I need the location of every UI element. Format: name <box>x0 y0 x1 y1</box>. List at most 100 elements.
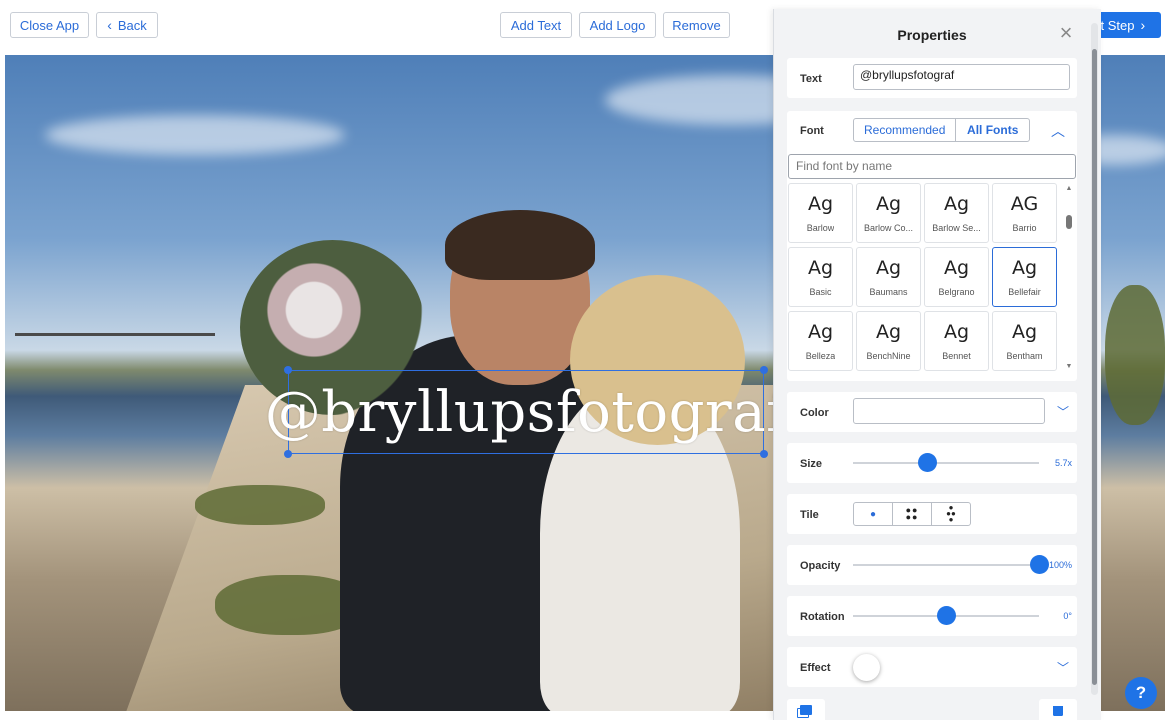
font-name: Barlow <box>806 223 835 233</box>
effect-row: Effect ﹀ <box>787 647 1077 687</box>
font-card[interactable]: Ag Bentham <box>992 311 1057 371</box>
tab-all-fonts[interactable]: All Fonts <box>956 119 1029 141</box>
rotation-slider-thumb[interactable] <box>936 606 956 625</box>
groom-hair-shape <box>445 210 595 280</box>
add-logo-button[interactable]: Add Logo <box>579 12 656 38</box>
chevron-down-icon[interactable]: ﹀ <box>1057 403 1069 420</box>
font-sample: Ag <box>807 321 834 343</box>
scroll-thumb[interactable] <box>1066 215 1072 229</box>
font-name: Baumans <box>869 287 908 297</box>
panel-title: Properties <box>897 27 967 43</box>
font-sample: Ag <box>807 193 834 215</box>
font-card[interactable]: Ag Barlow Co... <box>856 183 921 243</box>
font-card[interactable]: Ag Bellefair <box>992 247 1057 307</box>
grass-patch <box>195 485 325 525</box>
font-name: Belgrano <box>938 287 975 297</box>
close-app-button[interactable]: Close App <box>10 12 89 38</box>
font-name: Barlow Se... <box>932 223 981 233</box>
font-name: Belleza <box>805 351 836 361</box>
overlay-text: @bryllupsfotograf <box>264 379 788 445</box>
font-card[interactable]: Ag Barlow Se... <box>924 183 989 243</box>
resize-handle-bottom-right[interactable] <box>760 450 768 458</box>
text-label: Text <box>800 73 822 85</box>
rotation-row: Rotation 0° <box>787 596 1077 636</box>
font-list-scrollbar[interactable]: ▲ ▼ <box>1065 185 1073 373</box>
font-card[interactable]: Ag Bennet <box>924 311 989 371</box>
font-sample: Ag <box>875 257 902 279</box>
resize-handle-top-left[interactable] <box>284 366 292 374</box>
size-value: 5.7x <box>1054 458 1072 468</box>
font-name: Bentham <box>1006 351 1043 361</box>
chevron-right-icon: › <box>1140 17 1146 33</box>
scroll-down-icon[interactable]: ▼ <box>1065 363 1073 370</box>
tile-grid-icon[interactable]: ●● ●● <box>893 503 932 525</box>
scroll-up-icon[interactable]: ▲ <box>1065 185 1073 192</box>
tab-recommended[interactable]: Recommended <box>854 119 957 141</box>
font-card[interactable]: AG Barrio <box>992 183 1057 243</box>
font-sample: Ag <box>943 321 970 343</box>
font-grid: Ag Barlow Ag Barlow Co... Ag Barlow Se... AG Ba… <box>788 183 1064 373</box>
color-input[interactable] <box>853 398 1045 424</box>
font-card[interactable]: Ag BenchNine <box>856 311 921 371</box>
size-label: Size <box>800 458 823 470</box>
size-row: Size 5.7x <box>787 443 1077 483</box>
resize-handle-top-right[interactable] <box>760 366 768 374</box>
color-label: Color <box>800 407 829 419</box>
font-card[interactable]: Ag Belleza <box>788 311 853 371</box>
text-watermark-overlay[interactable]: @bryllupsfotograf <box>265 366 787 458</box>
tile-row: Tile ● ●● ●● ● ●● ● <box>787 494 1077 534</box>
rotation-label: Rotation <box>800 611 845 623</box>
size-slider-track[interactable] <box>853 462 1039 464</box>
font-sample: Ag <box>943 193 970 215</box>
font-card[interactable]: Ag Belgrano <box>924 247 989 307</box>
font-sample: Ag <box>1011 257 1038 279</box>
back-button[interactable]: ‹ Back <box>96 12 158 38</box>
properties-panel: Properties × Text @bryllupsfotograf Font… <box>773 9 1101 720</box>
font-sample: Ag <box>807 257 834 279</box>
font-search-input[interactable]: Find font by name <box>788 154 1076 179</box>
chevron-left-icon: ‹ <box>107 17 112 33</box>
help-icon: ? <box>1135 683 1147 702</box>
font-sample: Ag <box>943 257 970 279</box>
duplicate-button[interactable] <box>787 699 825 720</box>
font-card[interactable]: Ag Barlow <box>788 183 853 243</box>
duplicate-icon <box>800 704 812 715</box>
tile-scatter-icon[interactable]: ● ●● ● <box>932 503 970 525</box>
add-logo-label: Add Logo <box>589 17 646 33</box>
font-card[interactable]: Ag Baumans <box>856 247 921 307</box>
trash-icon <box>1052 702 1064 717</box>
chevron-up-icon[interactable]: ︿ <box>1051 121 1065 141</box>
tile-options: ● ●● ●● ● ●● ● <box>853 502 971 526</box>
font-card[interactable]: Ag Basic <box>788 247 853 307</box>
delete-button[interactable] <box>1039 699 1077 720</box>
font-tab-switch: Recommended All Fonts <box>853 118 1030 142</box>
opacity-label: Opacity <box>800 560 841 572</box>
font-name: Bennet <box>942 351 971 361</box>
effect-toggle[interactable] <box>853 654 880 681</box>
opacity-value: 100% <box>1048 560 1072 570</box>
panel-scrollbar-thumb[interactable] <box>1092 49 1097 685</box>
add-text-button[interactable]: Add Text <box>500 12 572 38</box>
resize-handle-bottom-left[interactable] <box>284 450 292 458</box>
font-name: Bellefair <box>1008 287 1041 297</box>
tile-label: Tile <box>800 509 819 521</box>
tile-single-icon[interactable]: ● <box>854 503 893 525</box>
font-sample: AG <box>1010 193 1039 215</box>
font-name: Basic <box>809 287 832 297</box>
color-row: Color ﹀ <box>787 392 1077 432</box>
text-input[interactable]: @bryllupsfotograf <box>853 64 1070 90</box>
font-name: BenchNine <box>866 351 911 361</box>
font-sample: Ag <box>875 321 902 343</box>
help-button[interactable]: ? <box>1125 677 1157 709</box>
pier-shape <box>15 333 215 336</box>
opacity-slider-track[interactable] <box>853 564 1039 566</box>
rotation-value: 0° <box>1063 611 1072 621</box>
font-label: Font <box>800 125 824 137</box>
cloud-shape <box>45 115 345 155</box>
chevron-down-icon[interactable]: ﹀ <box>1057 659 1069 676</box>
close-icon[interactable]: × <box>1056 22 1076 44</box>
effect-label: Effect <box>800 662 831 674</box>
remove-button[interactable]: Remove <box>663 12 730 38</box>
font-sample: Ag <box>1011 321 1038 343</box>
size-slider-thumb[interactable] <box>917 453 937 472</box>
